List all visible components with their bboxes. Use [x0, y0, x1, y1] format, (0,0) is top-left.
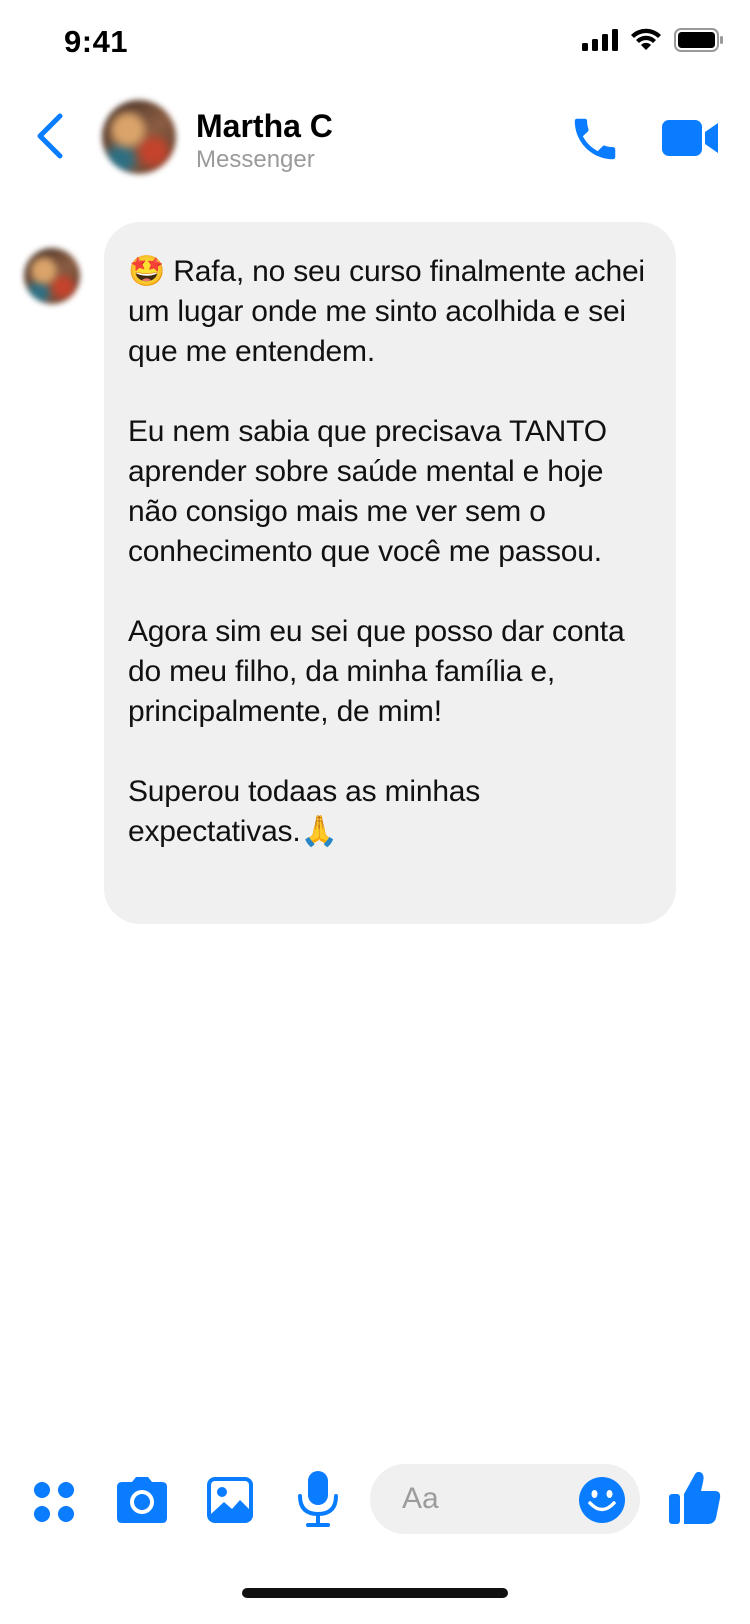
chevron-left-icon	[37, 113, 63, 159]
gallery-button[interactable]	[206, 1476, 254, 1524]
battery-icon	[674, 28, 723, 52]
back-button[interactable]	[30, 110, 70, 162]
status-time: 9:41	[64, 24, 129, 59]
home-indicator	[242, 1588, 508, 1598]
message-bubble[interactable]: 🤩 Rafa, no seu curso finalmente achei um…	[104, 222, 676, 924]
camera-icon	[117, 1477, 167, 1523]
camera-button[interactable]	[116, 1476, 168, 1524]
phone-icon	[574, 118, 616, 160]
folded-hands-emoji: 🙏	[300, 814, 338, 849]
microphone-icon	[298, 1471, 338, 1527]
message-paragraph: 🤩 Rafa, no seu curso finalmente achei um…	[128, 254, 645, 368]
wifi-icon	[631, 28, 661, 50]
like-button[interactable]	[668, 1470, 722, 1526]
microphone-button[interactable]	[296, 1470, 340, 1528]
call-button[interactable]	[568, 112, 622, 166]
contact-name[interactable]: Martha C	[196, 108, 333, 145]
message-paragraph: Eu nem sabia que precisava TANTO aprende…	[128, 415, 607, 568]
status-icons	[582, 28, 724, 52]
apps-button[interactable]	[32, 1480, 76, 1524]
video-camera-icon	[662, 120, 718, 156]
cellular-signal-icon	[582, 29, 618, 51]
message-sender-avatar	[24, 248, 80, 304]
contact-avatar[interactable]	[102, 100, 176, 174]
message-paragraph: Agora sim eu sei que posso dar conta do …	[128, 615, 625, 728]
contact-subtitle: Messenger	[196, 146, 315, 173]
star-struck-emoji: 🤩	[128, 254, 166, 289]
thumbs-up-icon	[669, 1471, 721, 1524]
message-paragraph: Superou todaas as minhas expectativas.🙏	[128, 775, 481, 849]
image-icon	[207, 1477, 253, 1523]
message-input[interactable]	[400, 1478, 564, 1520]
video-call-button[interactable]	[660, 116, 722, 160]
four-dots-icon	[34, 1482, 74, 1522]
smiley-icon	[579, 1477, 625, 1523]
emoji-button[interactable]	[578, 1476, 626, 1524]
